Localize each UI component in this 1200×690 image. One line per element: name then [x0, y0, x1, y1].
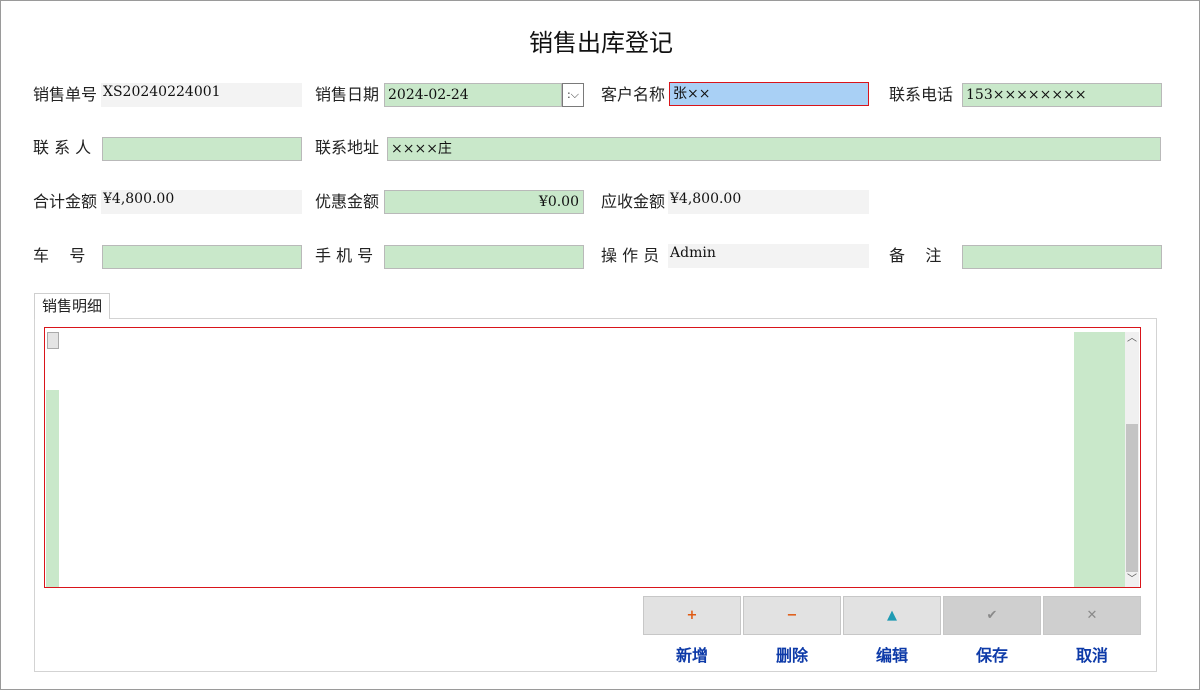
phone-field[interactable]: 153×××××××× — [962, 83, 1162, 107]
sale-date-field[interactable]: 2024-02-24 — [384, 83, 562, 107]
discount-label: 优惠金额 — [315, 192, 380, 211]
delete-button[interactable]: − — [743, 596, 841, 635]
sale-date-label: 销售日期 — [315, 85, 380, 104]
grid-left-column — [46, 390, 59, 587]
order-no-label: 销售单号 — [33, 85, 98, 104]
customer-label: 客户名称 — [601, 85, 666, 104]
operator-label: 操 作 员 — [601, 246, 660, 265]
plus-icon: + — [686, 608, 698, 623]
mobile-field[interactable] — [384, 245, 584, 269]
operator-value: Admin — [668, 244, 869, 268]
mobile-label: 手 机 号 — [315, 246, 374, 265]
grid-row-header-cell[interactable] — [47, 332, 59, 349]
contact-field[interactable] — [102, 137, 302, 161]
scroll-up-icon[interactable]: ︿ — [1125, 332, 1139, 346]
date-dropdown-button[interactable]: :⌵ — [562, 83, 584, 107]
edit-button-label[interactable]: 编辑 — [843, 642, 941, 666]
scroll-thumb[interactable] — [1126, 424, 1138, 572]
triangle-up-icon: ▲ — [887, 608, 897, 623]
address-field[interactable]: ××××庄 — [387, 137, 1161, 161]
edit-button[interactable]: ▲ — [843, 596, 941, 635]
detail-grid[interactable]: ︿ ﹀ — [44, 327, 1141, 588]
add-button-label[interactable]: 新增 — [643, 642, 741, 666]
grid-scrollbar[interactable]: ︿ ﹀ — [1125, 332, 1139, 587]
discount-field[interactable]: ¥0.00 — [384, 190, 584, 214]
address-label: 联系地址 — [315, 138, 380, 157]
page-title: 销售出库登记 — [529, 29, 673, 57]
receivable-value: ¥4,800.00 — [668, 190, 869, 214]
cancel-button-label[interactable]: 取消 — [1043, 642, 1141, 666]
remark-label: 备 注 — [889, 246, 942, 265]
save-button[interactable]: ✔ — [943, 596, 1041, 635]
total-value: ¥4,800.00 — [101, 190, 302, 214]
scroll-down-icon[interactable]: ﹀ — [1125, 573, 1139, 587]
tab-sales-detail[interactable]: 销售明细 — [34, 293, 111, 319]
delete-button-label[interactable]: 删除 — [743, 642, 841, 666]
remark-field[interactable] — [962, 245, 1162, 269]
contact-label: 联 系 人 — [33, 138, 92, 157]
check-icon: ✔ — [986, 608, 998, 623]
order-no-value: XS20240224001 — [101, 83, 302, 107]
cross-icon: ✕ — [1086, 608, 1098, 623]
cancel-button[interactable]: ✕ — [1043, 596, 1141, 635]
receivable-label: 应收金额 — [601, 192, 666, 211]
car-no-label: 车 号 — [33, 246, 86, 265]
save-button-label[interactable]: 保存 — [943, 642, 1041, 666]
phone-label: 联系电话 — [889, 85, 954, 104]
add-button[interactable]: + — [643, 596, 741, 635]
grid-right-column — [1074, 332, 1125, 587]
chevron-down-icon: :⌵ — [566, 88, 580, 101]
customer-field[interactable]: 张×× — [669, 82, 869, 106]
total-label: 合计金额 — [33, 192, 98, 211]
minus-icon: − — [786, 608, 798, 623]
window-frame: 销售出库登记 销售单号 XS20240224001 销售日期 2024-02-2… — [0, 0, 1200, 690]
car-no-field[interactable] — [102, 245, 302, 269]
